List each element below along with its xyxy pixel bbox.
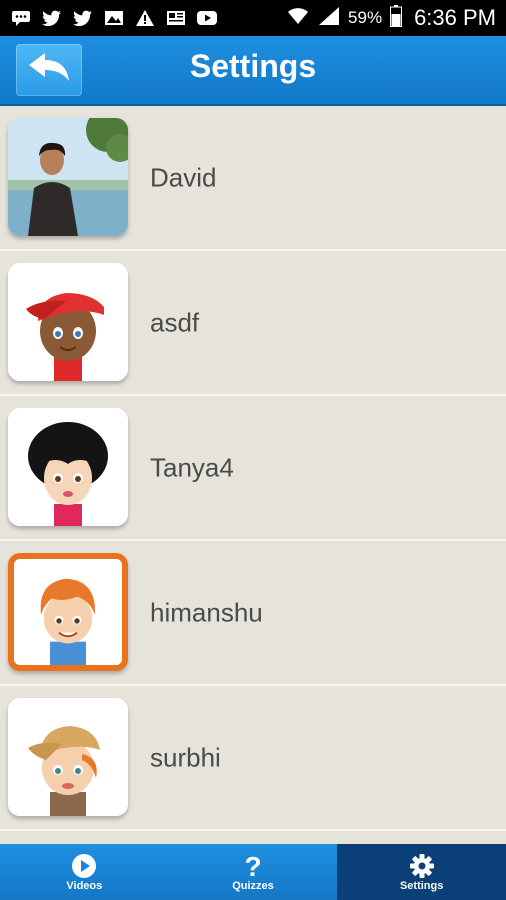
header: Settings — [0, 36, 506, 106]
system-status: 59% 6:36 PM — [286, 4, 506, 32]
avatar-photo — [8, 118, 128, 236]
profile-row-asdf[interactable]: asdf — [0, 251, 506, 396]
tab-videos[interactable]: Videos — [0, 844, 169, 900]
warning-icon — [134, 9, 156, 27]
status-bar: 59% 6:36 PM — [0, 0, 506, 36]
tab-label: Videos — [66, 880, 103, 892]
svg-text:?: ? — [244, 852, 261, 880]
avatar-girl-black-hair — [8, 408, 128, 526]
battery-percent: 59% — [348, 8, 383, 27]
youtube-icon — [196, 9, 218, 27]
tab-label: Quizzes — [232, 880, 274, 892]
twitter-icon — [41, 9, 63, 27]
wifi-icon — [286, 6, 310, 31]
gear-icon — [409, 852, 435, 880]
profile-row-himanshu[interactable]: himanshu — [0, 541, 506, 686]
avatar-boy-red-cap — [8, 263, 128, 381]
profile-name: asdf — [150, 307, 200, 337]
bottom-tab-bar: Videos ? Quizzes Settings — [0, 844, 506, 900]
profile-name: David — [150, 162, 217, 192]
profile-list: David asdf Tanya4 himanshu surbhi — [0, 106, 506, 844]
tab-quizzes[interactable]: ? Quizzes — [169, 844, 338, 900]
profile-name: Tanya4 — [150, 452, 234, 482]
twitter-icon — [72, 9, 94, 27]
avatar-boy-tan-cap — [8, 698, 128, 816]
profile-name: himanshu — [150, 597, 263, 627]
clock: 6:36 PM — [414, 5, 496, 30]
tab-settings[interactable]: Settings — [337, 844, 506, 900]
play-icon — [71, 852, 97, 880]
signal-icon — [318, 6, 340, 31]
profile-row-tanya4[interactable]: Tanya4 — [0, 396, 506, 541]
profile-row-david[interactable]: David — [0, 106, 506, 251]
question-icon: ? — [243, 852, 263, 880]
profile-row-surbhi[interactable]: surbhi — [0, 686, 506, 831]
message-icon — [10, 9, 32, 27]
notification-icons — [0, 9, 218, 27]
tab-label: Settings — [399, 880, 444, 892]
news-icon — [165, 9, 187, 27]
image-icon — [103, 9, 125, 27]
page-title: Settings — [189, 48, 317, 84]
avatar-boy-orange-hair — [8, 553, 128, 671]
battery-icon — [390, 4, 403, 32]
profile-name: surbhi — [150, 742, 221, 772]
